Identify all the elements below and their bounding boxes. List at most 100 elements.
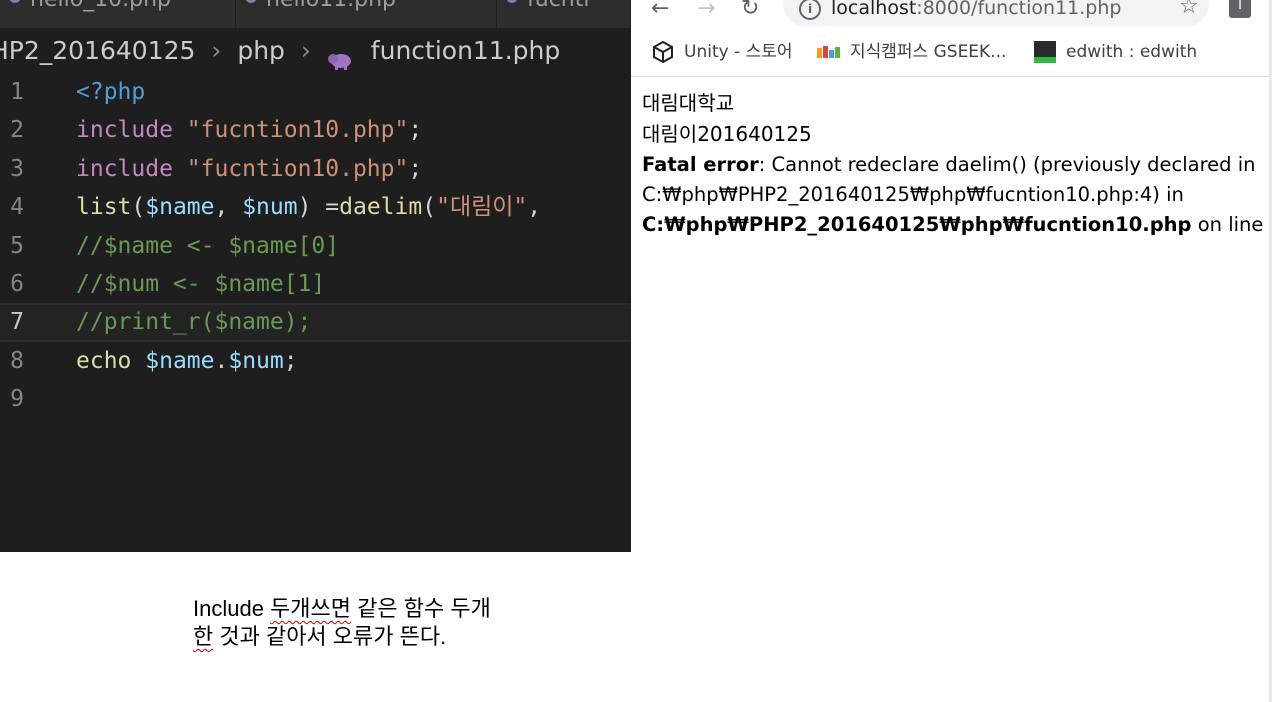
tab-hello-10[interactable]: ● hello_10.php: [0, 0, 236, 28]
code-token: ,: [214, 194, 243, 221]
code-token: .: [214, 347, 229, 374]
code-token: "fucntion10.php": [186, 155, 409, 182]
note-line-1: Include 두개쓰면 같은 함수 두개: [193, 595, 613, 623]
editor-tab-bar: ● hello_10.php ● hello11.php ● fucnti: [0, 0, 631, 28]
code-line[interactable]: 2 include "fucntion10.php";: [0, 111, 631, 149]
tab-label: fucnti: [527, 0, 589, 12]
extension-icon[interactable]: I: [1229, 0, 1251, 18]
code-token: ;: [408, 117, 423, 144]
code-token: <?php: [76, 79, 146, 105]
code-token: ;: [408, 155, 423, 182]
code-text: include "fucntion10.php";: [76, 150, 422, 188]
php-file-icon: ●: [505, 0, 519, 10]
code-token: //$name <- $name[0]: [76, 232, 340, 259]
line-number: 9: [10, 386, 24, 413]
code-token: //$num <- $name[1]: [76, 270, 326, 297]
bookmark-label: Unity - 스토어: [684, 42, 793, 62]
code-editor: ● hello_10.php ● hello11.php ● fucnti HP…: [0, 0, 631, 552]
bookmark-gseek[interactable]: 지식캠퍼스 GSEEK...: [817, 28, 1006, 76]
error-online: on line: [1191, 213, 1270, 236]
code-text: list($name, $num) =daelim("대림이",: [76, 188, 555, 226]
error-file: C:₩php₩PHP2_201640125₩php₩fucntion10.php: [642, 213, 1192, 236]
breadcrumb-file[interactable]: function11.php: [371, 28, 560, 74]
code-line[interactable]: 1 <?php: [0, 73, 631, 111]
note-text: Include: [193, 596, 271, 621]
code-line[interactable]: 5 //$name <- $name[0]: [0, 227, 631, 265]
tab-fucntion[interactable]: ● fucnti: [497, 0, 631, 28]
code-line[interactable]: 6 //$num <- $name[1]: [0, 265, 631, 303]
breadcrumb-subfolder[interactable]: php: [237, 28, 285, 74]
code-token: daelim: [339, 194, 423, 221]
code-line[interactable]: 8 echo $name.$num;: [0, 342, 631, 380]
php-elephant-icon: [327, 54, 351, 70]
reload-icon[interactable]: ↻: [741, 0, 759, 21]
chevron-right-icon: ›: [211, 36, 222, 65]
breadcrumb-folder[interactable]: HP2_201640125: [0, 28, 195, 74]
line-number: 5: [10, 232, 24, 259]
error-text: : Cannot redeclare daelim() (previously …: [758, 153, 1256, 176]
code-text: include "fucntion10.php";: [76, 111, 422, 149]
bookmark-label: 지식캠퍼스 GSEEK...: [850, 42, 1007, 62]
gseek-icon: [817, 46, 840, 58]
browser-window: ← → ↻ i localhost:8000/function11.php ☆ …: [631, 0, 1272, 702]
output-line-1: 대림대학교: [642, 91, 734, 115]
output-line-2: 대림이201640125: [642, 122, 812, 146]
error-location: C:₩php₩PHP2_201640125₩php₩fucntion10.php…: [642, 210, 1272, 240]
code-token: echo: [76, 347, 132, 374]
code-token: (: [131, 194, 146, 221]
code-area[interactable]: 1 <?php 2 include "fucntion10.php"; 3 include…: [0, 73, 631, 419]
arrow-left-icon[interactable]: ←: [651, 0, 669, 21]
code-text: //$num <- $name[1]: [76, 265, 325, 303]
code-token: $num: [242, 194, 298, 221]
arrow-right-icon[interactable]: →: [697, 0, 715, 21]
code-token: $name: [145, 194, 215, 221]
code-token: $num: [228, 347, 284, 374]
code-token: include: [76, 117, 173, 144]
page-output: 대림대학교 대림이201640125 Fatal error: Cannot r…: [642, 88, 1272, 240]
line-number: 2: [10, 117, 24, 144]
line-number: 6: [10, 270, 24, 297]
annotation-note: Include 두개쓰면 같은 함수 두개 한 것과 같아서 오류가 뜬다.: [193, 595, 613, 651]
code-token: "대림이": [436, 194, 528, 221]
code-token: include: [76, 155, 173, 182]
line-number: 1: [10, 79, 24, 105]
code-line[interactable]: 4 list($name, $num) =daelim("대림이",: [0, 188, 631, 226]
bookmark-label: edwith : edwith: [1066, 42, 1198, 62]
url-host: localhost: [831, 0, 917, 19]
bookmark-edwith[interactable]: edwith : edwith: [1033, 28, 1197, 76]
code-line[interactable]: 7 //print_r($name);: [0, 303, 631, 342]
note-misspelled: 한: [193, 624, 214, 649]
tab-hello11[interactable]: ● hello11.php: [236, 0, 497, 28]
code-token: list: [76, 194, 132, 221]
code-token: ,: [527, 194, 555, 221]
code-text: //print_r($name);: [76, 303, 311, 341]
breadcrumb: HP2_201640125 › php › function11.php: [0, 28, 621, 74]
code-text: //$name <- $name[0]: [76, 227, 339, 265]
info-icon[interactable]: i: [799, 0, 821, 20]
note-line-2: 한 것과 같아서 오류가 뜬다.: [193, 623, 613, 651]
url-text[interactable]: localhost:8000/function11.php: [831, 0, 1121, 19]
tab-label: hello11.php: [266, 0, 396, 12]
star-icon[interactable]: ☆: [1179, 0, 1199, 19]
php-file-icon: ●: [8, 0, 22, 10]
tab-label: hello_10.php: [30, 0, 171, 12]
code-text: echo $name.$num;: [76, 342, 298, 380]
line-number: 4: [10, 194, 24, 221]
line-number: 3: [10, 155, 24, 182]
code-token: //print_r($name);: [76, 309, 312, 336]
code-token: $name: [145, 347, 215, 374]
fatal-error-message: Fatal error: Cannot redeclare daelim() (…: [642, 150, 1272, 180]
error-path: C:₩php₩PHP2_201640125₩php₩fucntion10.php…: [642, 183, 1184, 206]
address-bar[interactable]: i localhost:8000/function11.php ☆: [783, 0, 1209, 26]
bookmark-unity[interactable]: Unity - 스토어: [651, 28, 793, 76]
code-line[interactable]: 9: [0, 380, 631, 418]
note-text: 같은 함수 두개: [351, 596, 491, 621]
note-text: 것과 같아서 오류가 뜬다.: [213, 624, 447, 649]
error-label: Fatal error: [642, 153, 759, 176]
code-text: <?php: [76, 73, 145, 111]
code-line[interactable]: 3 include "fucntion10.php";: [0, 150, 631, 188]
line-number: 7: [10, 309, 24, 336]
code-token: "fucntion10.php": [186, 117, 409, 144]
